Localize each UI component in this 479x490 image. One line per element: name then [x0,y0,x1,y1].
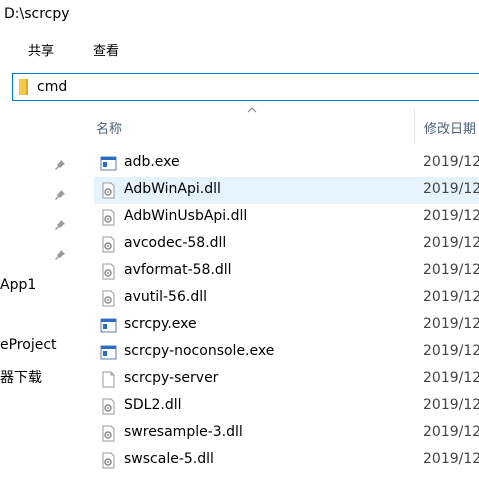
dll-gear-icon [100,209,117,226]
file-icon [100,371,117,388]
nav-item-project[interactable]: eProject [0,337,57,353]
file-name: scrcpy-noconsole.exe [124,343,275,359]
file-date: 2019/12 [423,397,479,413]
window-title: D:\scrcpy [4,6,70,22]
pin-icon[interactable] [54,219,66,231]
file-row[interactable]: AdbWinApi.dll 2019/12 [94,177,479,204]
application-icon [100,317,117,334]
file-date: 2019/12 [423,451,479,467]
application-icon [100,344,117,361]
pin-icon[interactable] [54,249,66,261]
pin-icon[interactable] [54,159,66,171]
file-date: 2019/12 [423,424,479,440]
file-date: 2019/12 [423,235,479,251]
file-date: 2019/12 [423,154,479,170]
application-icon [100,155,117,172]
dll-gear-icon [100,425,117,442]
column-header-modified-label: 修改日期 [424,122,477,137]
file-date: 2019/12 [423,208,479,224]
file-name: swscale-5.dll [124,451,214,467]
file-name: scrcpy-server [124,370,219,386]
file-date: 2019/12 [423,316,479,332]
nav-item-downloads[interactable]: 器下载 [0,367,42,387]
file-date: 2019/12 [423,181,479,197]
sort-ascending-icon [247,107,257,113]
file-date: 2019/12 [423,343,479,359]
dll-gear-icon [100,182,117,199]
file-date: 2019/12 [423,262,479,278]
file-row[interactable]: avutil-56.dll 2019/12 [94,285,479,312]
dll-gear-icon [100,398,117,415]
dll-gear-icon [100,452,117,469]
nav-item-app1[interactable]: App1 [0,277,36,293]
address-input[interactable] [37,77,457,97]
file-row[interactable]: adb.exe 2019/12 [94,150,479,177]
file-row[interactable]: AdbWinUsbApi.dll 2019/12 [94,204,479,231]
address-bar[interactable] [12,73,479,101]
file-name: avformat-58.dll [124,262,232,278]
file-row[interactable]: swscale-5.dll 2019/12 [94,447,479,474]
tab-view[interactable]: 查看 [93,40,119,59]
folder-icon [19,79,28,95]
file-name: scrcpy.exe [124,316,197,332]
dll-gear-icon [100,263,117,280]
file-date: 2019/12 [423,289,479,305]
file-row[interactable]: avformat-58.dll 2019/12 [94,258,479,285]
file-name: swresample-3.dll [124,424,243,440]
dll-gear-icon [100,236,117,253]
pin-icon[interactable] [54,189,66,201]
file-row[interactable]: scrcpy-server 2019/12 [94,366,479,393]
file-row[interactable]: avcodec-58.dll 2019/12 [94,231,479,258]
file-row[interactable]: swresample-3.dll 2019/12 [94,420,479,447]
file-name: avcodec-58.dll [124,235,227,251]
file-name: AdbWinUsbApi.dll [124,208,248,224]
file-row[interactable]: scrcpy.exe 2019/12 [94,312,479,339]
file-name: AdbWinApi.dll [124,181,221,197]
dll-gear-icon [100,290,117,307]
column-divider[interactable] [414,108,415,144]
file-name: SDL2.dll [124,397,182,413]
file-row[interactable]: SDL2.dll 2019/12 [94,393,479,420]
tab-share[interactable]: 共享 [28,40,54,59]
navigation-pane: App1 eProject 器下载 [0,101,76,490]
file-name: avutil-56.dll [124,289,207,305]
file-row[interactable]: scrcpy-noconsole.exe 2019/12 [94,339,479,366]
file-name: adb.exe [124,154,180,170]
column-header-name-label: 名称 [96,122,123,137]
file-date: 2019/12 [423,370,479,386]
